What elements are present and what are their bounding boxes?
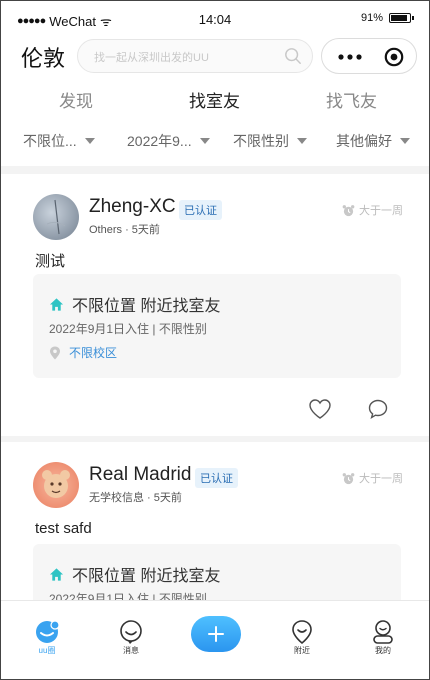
status-bar: ●●●●● WeChat ᯤ 14:04 91% [1,1,429,37]
bottom-tab-bar: uu圈 消息 附近 我的 [1,600,429,679]
filter-location-label: 不限位... [23,133,77,149]
battery-percent: 91% [360,12,383,24]
tabbar-item-nearby[interactable]: 附近 [272,601,332,671]
caret-down-icon [84,138,95,144]
post-card[interactable]: Real Madrid 已认证 无学校信息 · 5天前 大于一周 test sa… [1,442,429,648]
phone-frame: ●●●●● WeChat ᯤ 14:04 91% 伦敦 找一起从深圳出发的UU [0,0,430,680]
post-plus-button[interactable] [191,616,241,652]
tabbar-label: 我的 [375,646,391,655]
alarm-icon [342,472,355,484]
location-pin-icon [50,346,60,359]
last-active-text: 大于一周 [359,205,403,217]
filter-preferences-label: 其他偏好 [336,133,392,149]
city-selector[interactable]: 伦敦 [21,41,65,73]
request-title-text: 不限位置 附近找室友 [72,568,221,585]
battery-icon [389,13,414,23]
top-tabs: 发现 找室友 找飞友 [1,87,429,117]
username[interactable]: Real Madrid [89,464,191,486]
avatar-image [46,199,66,235]
tabbar-item-profile[interactable]: 我的 [353,601,413,671]
tabbar-label: 附近 [294,646,310,655]
nearby-icon [292,620,312,645]
post-meta: Others · 5天前 [89,224,160,236]
more-icon[interactable] [338,54,362,60]
post-meta: 无学校信息 · 5天前 [89,492,182,504]
filter-location[interactable]: 不限位... [23,131,95,151]
profile-icon [373,620,393,644]
like-heart-icon[interactable] [308,398,332,420]
tab-find-roommate[interactable]: 找室友 [189,87,240,112]
post-body: 测试 [35,253,66,270]
request-location-text: 不限校区 [69,346,118,360]
filter-gender-label: 不限性别 [233,133,289,149]
alarm-icon [342,204,355,216]
filter-date-label: 2022年9... [127,133,192,149]
request-title: 不限位置 附近找室友 [49,562,220,586]
close-miniprogram-icon[interactable] [384,47,404,67]
filter-date[interactable]: 2022年9... [127,131,210,151]
tabbar-label: uu圈 [38,646,56,655]
tab-discover[interactable]: 发现 [59,87,93,112]
message-icon [120,620,142,644]
home-icon [49,567,64,581]
filter-preferences[interactable]: 其他偏好 [336,131,410,151]
verified-badge: 已认证 [179,200,222,220]
status-right: 91% [360,12,414,24]
filter-gender[interactable]: 不限性别 [233,131,307,151]
last-active-text: 大于一周 [359,473,403,485]
roommate-request-card[interactable]: 不限位置 附近找室友 2022年9月1日入住 | 不限性别 不限校区 [33,274,401,378]
post-card[interactable]: Zheng-XC 已认证 Others · 5天前 大于一周 测试 不限位置 附… [1,174,429,436]
top-header: 伦敦 找一起从深圳出发的UU [1,37,429,77]
section-divider [1,166,429,174]
last-active: 大于一周 [342,202,403,218]
request-title: 不限位置 附近找室友 [49,292,220,316]
tabbar-item-messages[interactable]: 消息 [101,601,161,671]
comment-icon[interactable] [367,398,389,420]
search-icon[interactable] [284,47,302,65]
caret-down-icon [400,138,410,144]
home-icon [49,297,64,311]
tabbar-item-uu-circle[interactable]: uu圈 [17,601,77,671]
last-active: 大于一周 [342,470,403,486]
caret-down-icon [297,138,307,144]
request-details: 2022年9月1日入住 | 不限性别 [49,322,207,336]
request-location: 不限校区 [49,344,117,361]
search-input[interactable]: 找一起从深圳出发的UU [77,39,313,73]
tab-find-flightmate[interactable]: 找飞友 [326,87,377,112]
verified-badge: 已认证 [195,468,238,488]
avatar[interactable] [33,462,79,508]
username[interactable]: Zheng-XC [89,196,176,218]
tabbar-label: 消息 [123,646,139,655]
search-placeholder: 找一起从深圳出发的UU [94,52,209,64]
miniprogram-capsule [321,38,417,74]
filter-bar: 不限位... 2022年9... 不限性别 其他偏好 [1,131,429,159]
request-title-text: 不限位置 附近找室友 [72,298,221,315]
avatar-image [42,470,70,498]
uu-circle-icon [36,620,60,643]
plus-icon [208,626,224,642]
post-body: test safd [35,520,92,537]
caret-down-icon [199,138,210,144]
avatar[interactable] [33,194,79,240]
